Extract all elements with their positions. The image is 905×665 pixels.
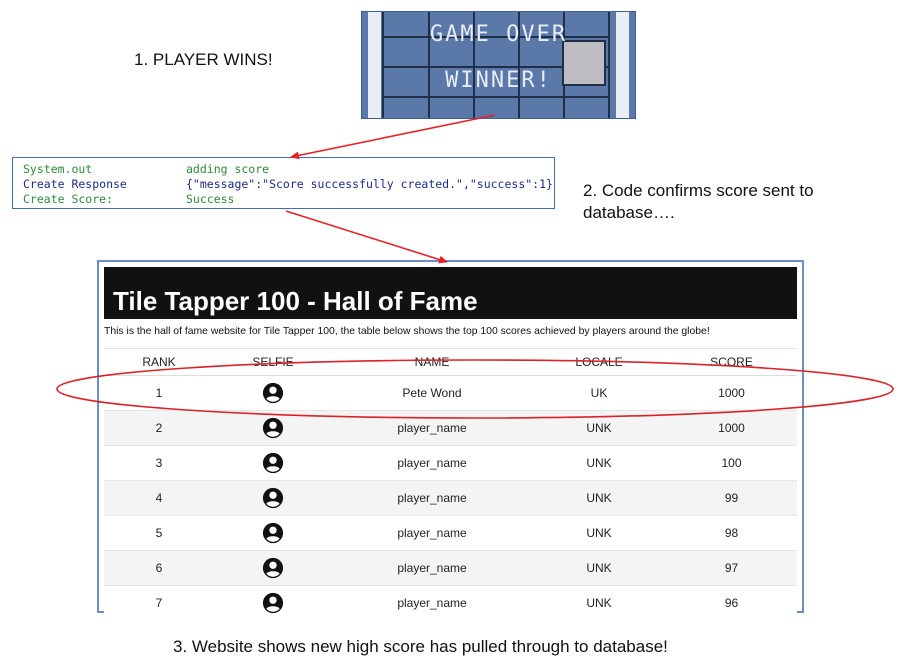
column-header-rank: RANK <box>104 348 214 376</box>
table-header-row: RANK SELFIE NAME LOCALE SCORE <box>104 348 797 376</box>
locale-cell: UNK <box>532 515 666 551</box>
column-header-selfie: SELFIE <box>214 348 332 376</box>
log-value: adding score <box>186 162 270 176</box>
game-over-screenshot: GAME OVER WINNER! <box>361 11 636 119</box>
locale-cell: UNK <box>532 480 666 516</box>
rank-cell: 5 <box>104 515 214 551</box>
name-cell: player_name <box>332 550 532 586</box>
site-banner: Tile Tapper 100 - Hall of Fame <box>104 267 797 319</box>
person-icon <box>262 382 284 404</box>
log-value: {"message":"Score successfully created."… <box>186 177 553 191</box>
locale-cell: UNK <box>532 550 666 586</box>
column-header-name: NAME <box>332 348 532 376</box>
locale-cell: UNK <box>532 445 666 481</box>
table-row: 4 player_name UNK 99 <box>104 480 797 516</box>
grid-line <box>382 96 610 98</box>
selfie-cell <box>214 585 332 620</box>
rank-cell: 7 <box>104 585 214 620</box>
score-cell: 96 <box>666 585 797 620</box>
selfie-cell <box>214 515 332 551</box>
name-cell: player_name <box>332 410 532 446</box>
log-key: Create Response <box>23 177 127 191</box>
game-over-text: GAME OVER <box>429 22 568 47</box>
scores-table: RANK SELFIE NAME LOCALE SCORE 1 Pete Wond… <box>104 348 797 620</box>
rank-cell: 2 <box>104 410 214 446</box>
log-line: System.out adding score <box>23 162 269 177</box>
log-key: Create Score: <box>23 192 114 206</box>
table-row: 1 Pete Wond UK 1000 <box>104 375 797 411</box>
person-icon <box>262 557 284 579</box>
score-cell: 1000 <box>666 375 797 411</box>
selfie-cell <box>214 445 332 481</box>
log-line: Create Response {"message":"Score success… <box>23 177 553 192</box>
table-row: 6 player_name UNK 97 <box>104 550 797 586</box>
selfie-cell <box>214 410 332 446</box>
name-cell: player_name <box>332 445 532 481</box>
person-icon <box>262 592 284 614</box>
person-icon <box>262 522 284 544</box>
name-cell: player_name <box>332 480 532 516</box>
site-intro: This is the hall of fame website for Til… <box>104 326 710 337</box>
table-row: 3 player_name UNK 100 <box>104 445 797 481</box>
selfie-cell <box>214 480 332 516</box>
score-cell: 99 <box>666 480 797 516</box>
table-row: 5 player_name UNK 98 <box>104 515 797 551</box>
score-cell: 100 <box>666 445 797 481</box>
site-title: Tile Tapper 100 - Hall of Fame <box>113 286 478 316</box>
name-cell: player_name <box>332 515 532 551</box>
rank-cell: 6 <box>104 550 214 586</box>
table-row: 2 player_name UNK 1000 <box>104 410 797 446</box>
step-2-caption-line-2: database…. <box>583 203 675 222</box>
locale-cell: UNK <box>532 585 666 620</box>
table-row: 7 player_name UNK 96 <box>104 585 797 620</box>
score-cell: 98 <box>666 515 797 551</box>
step-2-caption-line-1: 2. Code confirms score sent to <box>583 181 814 200</box>
log-key: System.out <box>23 162 93 176</box>
selfie-cell <box>214 375 332 411</box>
rank-cell: 3 <box>104 445 214 481</box>
person-icon <box>262 417 284 439</box>
column-header-locale: LOCALE <box>532 348 666 376</box>
column-header-score: SCORE <box>666 348 797 376</box>
step-3-caption: 3. Website shows new high score has pull… <box>173 637 668 656</box>
score-cell: 97 <box>666 550 797 586</box>
log-value: Success <box>186 192 235 206</box>
locale-cell: UK <box>532 375 666 411</box>
rank-cell: 1 <box>104 375 214 411</box>
code-log-box: System.out adding score Create Response {"… <box>12 157 555 209</box>
step-1-caption: 1. PLAYER WINS! <box>134 50 273 69</box>
name-cell: Pete Wond <box>332 375 532 411</box>
locale-cell: UNK <box>532 410 666 446</box>
arrow-game-to-code <box>290 114 496 160</box>
winner-text: WINNER! <box>445 68 552 93</box>
person-icon <box>262 487 284 509</box>
hall-of-fame-website: Tile Tapper 100 - Hall of Fame This is t… <box>97 260 804 620</box>
name-cell: player_name <box>332 585 532 620</box>
score-cell: 1000 <box>666 410 797 446</box>
rank-cell: 4 <box>104 480 214 516</box>
selfie-cell <box>214 550 332 586</box>
arrow-code-to-website <box>285 210 448 264</box>
log-line: Create Score: Success <box>23 192 234 207</box>
person-icon <box>262 452 284 474</box>
